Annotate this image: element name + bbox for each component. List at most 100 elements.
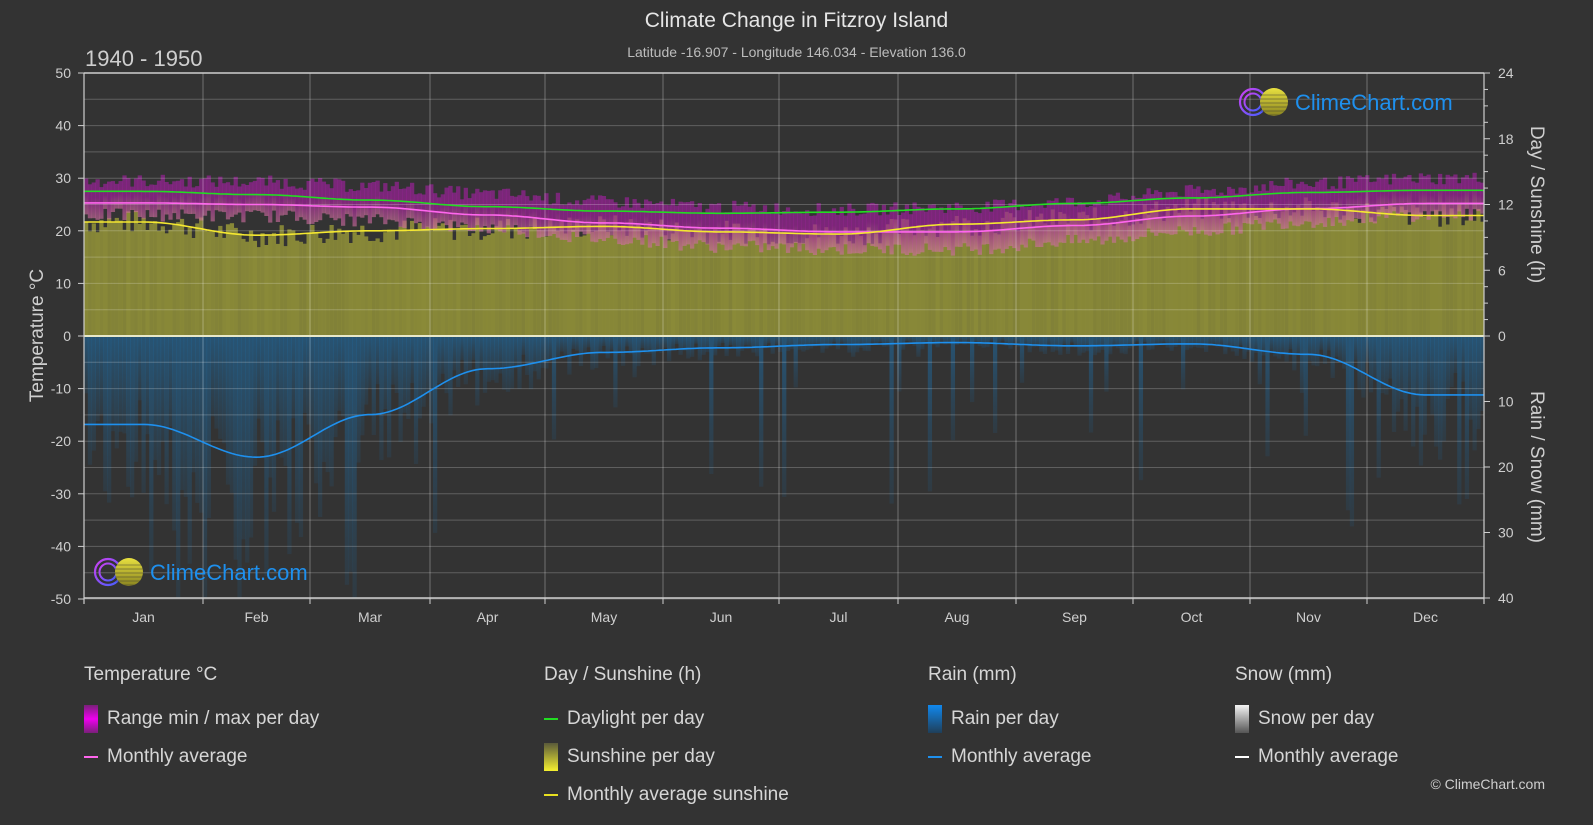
rain-day-bar <box>563 336 568 355</box>
temp-range-day-bar <box>279 188 284 216</box>
rain-day-bar <box>149 336 154 572</box>
temp-range-day-bar <box>1345 176 1351 221</box>
temp-range-day-bar <box>931 204 936 252</box>
sunshine-day-bar <box>770 241 775 336</box>
temp-range-day-bar <box>1457 183 1462 212</box>
temp-range-day-bar <box>444 187 449 226</box>
temp-range-day-bar <box>789 212 795 248</box>
rain-day-bar <box>1391 336 1397 432</box>
rain-day-bar <box>1146 336 1151 351</box>
sunshine-day-bar <box>103 227 108 336</box>
temp-range-day-bar <box>636 202 641 240</box>
sunshine-day-bar <box>433 218 438 336</box>
temp-range-day-bar <box>1307 186 1312 222</box>
sunshine-day-bar <box>1468 214 1473 336</box>
rain-day-bar <box>613 336 618 408</box>
sunshine-day-bar <box>141 217 146 336</box>
sunshine-day-bar <box>379 242 384 336</box>
rain-day-bar <box>118 336 123 432</box>
month-label: May <box>591 609 617 625</box>
sunshine-day-bar <box>640 237 645 336</box>
rain-day-bar <box>701 336 706 355</box>
temp-range-day-bar <box>1154 190 1159 236</box>
climate-chart: 50 40 30 20 10 0 -10 -20 -30 -40 -50 24 18 12 6 0 10 20 30… <box>27 65 1547 625</box>
sunshine-day-bar <box>747 229 752 336</box>
sunshine-day-bar <box>425 226 430 336</box>
sunshine-day-bar <box>440 223 445 336</box>
temp-range-day-bar <box>107 181 112 220</box>
sunshine-day-bar <box>1073 218 1078 336</box>
sunshine-day-bar <box>1430 216 1435 336</box>
rain-day-bar <box>1357 336 1362 390</box>
left-tick-label: -40 <box>51 538 71 554</box>
legend-item-temp-avg: Monthly average <box>84 738 319 776</box>
temp-range-day-bar <box>245 185 250 212</box>
sunshine-day-bar <box>398 226 403 336</box>
temp-range-day-bar <box>1422 176 1427 212</box>
temp-range-day-bar <box>364 188 369 216</box>
temp-range-day-bar <box>352 191 357 227</box>
temp-range-day-bar <box>1445 174 1450 217</box>
sunshine-day-bar <box>475 217 480 336</box>
rain-swatch <box>928 705 942 733</box>
sunshine-day-bar <box>874 233 879 336</box>
rain-day-bar <box>1326 336 1331 351</box>
temp-range-day-bar <box>805 210 810 251</box>
rain-day-bar <box>582 336 587 353</box>
rain-day-bar <box>1184 336 1190 351</box>
temp-range-day-bar <box>440 194 445 222</box>
rain-day-bar <box>1019 336 1025 383</box>
temp-range-day-bar <box>214 186 219 211</box>
sunshine-day-bar <box>84 222 89 336</box>
rain-day-bar <box>521 336 526 355</box>
rain-day-bar <box>670 336 676 350</box>
temp-range-day-bar <box>586 198 591 234</box>
sunshine-day-bar <box>164 233 169 336</box>
temp-range-day-bar <box>1399 178 1404 213</box>
temp-range-day-bar <box>1035 204 1040 247</box>
rain-day-bar <box>605 336 610 359</box>
legend-label: Sunshine per day <box>567 746 715 767</box>
rain-day-bar <box>739 336 745 351</box>
rain-day-bar <box>84 336 89 394</box>
rain-day-bar <box>1150 336 1155 350</box>
rain-day-bar <box>145 336 150 435</box>
temp-range-day-bar <box>958 205 963 247</box>
temp-range-day-bar <box>329 188 334 218</box>
sunshine-day-bar <box>149 223 154 336</box>
sunshine-day-bar <box>728 239 733 336</box>
temp-range-day-bar <box>1418 173 1424 217</box>
snow-swatch <box>1235 705 1249 733</box>
temp-range-day-bar <box>452 192 457 222</box>
rain-day-bar <box>1200 336 1205 349</box>
rain-day-bar <box>137 336 142 401</box>
left-tick-label: 20 <box>55 223 71 239</box>
sunshine-day-bar <box>1395 212 1401 336</box>
rain-day-bar <box>375 336 380 385</box>
rain-day-bar <box>1276 336 1282 359</box>
rain-day-bar <box>1415 336 1420 407</box>
rain-day-bar <box>314 336 319 484</box>
rain-day-bar <box>874 336 879 344</box>
sunshine-day-bar <box>663 235 668 336</box>
rain-day-bar <box>233 336 238 560</box>
temp-range-day-bar <box>881 204 887 254</box>
rain-day-bar <box>551 336 557 440</box>
rain-day-bar <box>1196 336 1201 348</box>
sunshine-day-bar <box>333 239 338 336</box>
temp-range-day-bar <box>1453 174 1458 219</box>
sunshine-day-bar <box>1426 215 1431 336</box>
temp-range-day-bar <box>793 211 798 243</box>
sunshine-day-bar <box>1345 207 1351 336</box>
legend-item-temp-range: Range min / max per day <box>84 700 319 738</box>
legend-title: Day / Sunshine (h) <box>544 664 702 685</box>
temp-range-day-bar <box>375 180 380 215</box>
temp-range-day-bar <box>156 180 162 210</box>
temp-range-day-bar <box>459 199 465 223</box>
rain-day-bar <box>985 336 990 348</box>
temp-range-day-bar <box>1115 192 1121 237</box>
sunshine-day-bar <box>187 227 192 336</box>
copyright: © ClimeChart.com <box>1430 776 1545 792</box>
rain-avg-swatch <box>928 756 942 758</box>
sunshine-day-bar <box>1403 210 1408 336</box>
